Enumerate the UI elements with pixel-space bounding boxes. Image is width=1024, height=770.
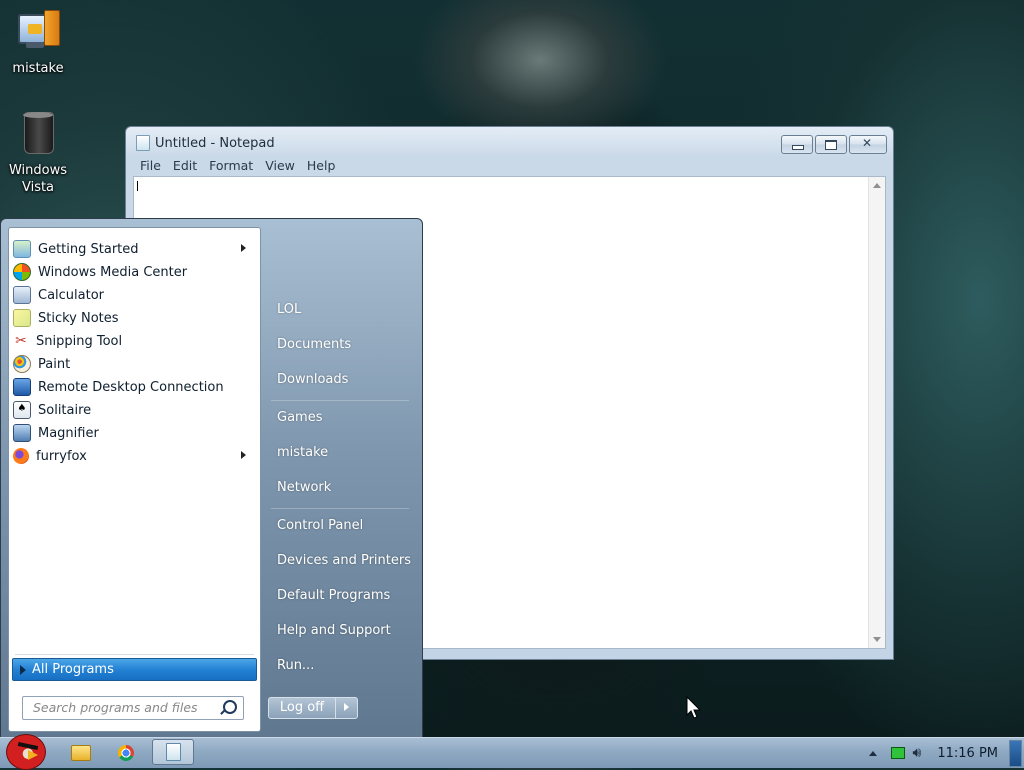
start-item-label: Remote Desktop Connection xyxy=(38,379,224,395)
menu-file[interactable]: File xyxy=(140,158,161,173)
chevron-right-icon xyxy=(241,244,246,252)
divider xyxy=(271,508,409,509)
start-link-network[interactable]: Network xyxy=(277,480,331,495)
divider xyxy=(15,654,254,655)
start-item-label: Calculator xyxy=(38,287,105,303)
show-hidden-icons-icon[interactable] xyxy=(868,750,877,756)
chrome-icon xyxy=(118,745,134,761)
clock[interactable]: 11:16 PM xyxy=(937,746,998,761)
logoff-button-group: Log off xyxy=(268,697,358,719)
firefox-icon xyxy=(13,448,29,464)
all-programs-button[interactable]: All Programs xyxy=(12,658,257,681)
start-item-paint[interactable]: Paint xyxy=(13,353,256,375)
start-link-devices-printers[interactable]: Devices and Printers xyxy=(277,553,411,568)
desktop-icon-label: mistake xyxy=(12,61,64,76)
magnifier-icon xyxy=(13,424,31,442)
start-item-furryfox[interactable]: furryfox xyxy=(13,445,256,467)
folder-icon xyxy=(71,745,91,761)
taskbar: 🔊︎ 11:16 PM xyxy=(0,734,1024,770)
desktop-icon-windows-vista[interactable]: Windows Vista xyxy=(2,110,74,196)
angry-bird-icon xyxy=(6,734,46,770)
notepad-icon xyxy=(166,743,181,761)
volume-icon[interactable]: 🔊︎ xyxy=(913,745,922,761)
minimize-button[interactable] xyxy=(781,135,813,154)
computer-icon xyxy=(14,8,62,56)
close-icon: ✕ xyxy=(862,136,873,150)
notepad-icon xyxy=(136,135,150,151)
start-link-run[interactable]: Run... xyxy=(277,658,314,673)
triangle-right-icon xyxy=(20,664,26,675)
search-placeholder: Search programs and files xyxy=(33,700,198,715)
text-caret xyxy=(137,181,138,191)
start-item-snipping-tool[interactable]: ✂ Snipping Tool xyxy=(13,330,256,352)
start-item-label: Magnifier xyxy=(38,425,99,441)
start-link-mistake[interactable]: mistake xyxy=(277,445,328,460)
remote-desktop-icon xyxy=(13,378,31,396)
network-icon[interactable] xyxy=(890,747,905,759)
start-button[interactable] xyxy=(4,730,48,770)
start-item-label: furryfox xyxy=(36,448,87,464)
notepad-titlebar[interactable]: Untitled - Notepad xyxy=(136,135,275,151)
scroll-up-arrow-icon[interactable] xyxy=(873,183,881,188)
start-link-documents[interactable]: Documents xyxy=(277,337,351,352)
start-item-label: Windows Media Center xyxy=(38,264,188,280)
minimize-icon xyxy=(792,145,804,150)
scroll-down-arrow-icon[interactable] xyxy=(873,637,881,642)
taskbar-explorer-button[interactable] xyxy=(60,741,100,765)
start-item-label: Getting Started xyxy=(38,241,139,257)
search-icon[interactable] xyxy=(223,700,237,714)
close-button[interactable]: ✕ xyxy=(849,135,887,154)
bird-beak xyxy=(28,750,38,760)
getting-started-icon xyxy=(13,240,31,258)
start-item-windows-media-center[interactable]: Windows Media Center xyxy=(13,261,256,283)
paint-palette-icon xyxy=(13,355,31,373)
menu-help[interactable]: Help xyxy=(307,158,336,173)
menu-bar: File Edit Format View Help xyxy=(133,156,886,175)
start-link-default-programs[interactable]: Default Programs xyxy=(277,588,390,603)
menu-edit[interactable]: Edit xyxy=(173,158,197,173)
desktop-icon-label: Windows Vista xyxy=(8,163,68,195)
start-item-remote-desktop[interactable]: Remote Desktop Connection xyxy=(13,376,256,398)
window-title: Untitled - Notepad xyxy=(155,135,275,151)
start-item-label: Sticky Notes xyxy=(38,310,119,326)
recycle-bin-icon xyxy=(14,110,62,158)
start-item-magnifier[interactable]: Magnifier xyxy=(13,422,256,444)
start-link-games[interactable]: Games xyxy=(277,410,322,425)
start-link-control-panel[interactable]: Control Panel xyxy=(277,518,363,533)
scissors-icon: ✂ xyxy=(15,333,27,349)
taskbar-notepad-button[interactable] xyxy=(152,739,194,765)
start-link-lol[interactable]: LOL xyxy=(277,302,301,317)
start-item-label: Solitaire xyxy=(38,402,92,418)
menu-format[interactable]: Format xyxy=(209,158,253,173)
start-link-help-support[interactable]: Help and Support xyxy=(277,623,391,638)
calculator-icon xyxy=(13,286,31,304)
show-desktop-button[interactable] xyxy=(1009,740,1022,767)
start-item-getting-started[interactable]: Getting Started xyxy=(13,238,256,260)
all-programs-label: All Programs xyxy=(32,662,114,677)
playing-card-icon: ♠ xyxy=(13,401,31,419)
logoff-button[interactable]: Log off xyxy=(269,698,336,718)
sticky-notes-icon xyxy=(13,309,31,327)
chevron-right-icon xyxy=(241,451,246,459)
start-link-downloads[interactable]: Downloads xyxy=(277,372,348,387)
vertical-scrollbar[interactable] xyxy=(868,177,885,648)
windows-media-center-icon xyxy=(13,263,31,281)
taskbar-chrome-button[interactable] xyxy=(106,741,146,765)
start-menu: Getting Started Windows Media Center Cal… xyxy=(0,218,423,740)
search-input[interactable]: Search programs and files xyxy=(22,696,244,720)
mouse-cursor-icon xyxy=(686,696,702,719)
system-tray: 🔊︎ 11:16 PM xyxy=(868,738,1024,768)
maximize-button[interactable] xyxy=(815,135,847,154)
start-item-label: Paint xyxy=(38,356,71,372)
maximize-icon xyxy=(825,140,837,150)
divider xyxy=(271,400,409,401)
desktop-icon-mistake[interactable]: mistake xyxy=(2,8,74,77)
start-item-sticky-notes[interactable]: Sticky Notes xyxy=(13,307,256,329)
start-menu-programs-pane: Getting Started Windows Media Center Cal… xyxy=(8,227,261,732)
start-item-solitaire[interactable]: ♠ Solitaire xyxy=(13,399,256,421)
start-item-label: Snipping Tool xyxy=(36,333,123,349)
menu-view[interactable]: View xyxy=(265,158,295,173)
start-item-calculator[interactable]: Calculator xyxy=(13,284,256,306)
shutdown-options-arrow-icon[interactable] xyxy=(336,698,357,718)
